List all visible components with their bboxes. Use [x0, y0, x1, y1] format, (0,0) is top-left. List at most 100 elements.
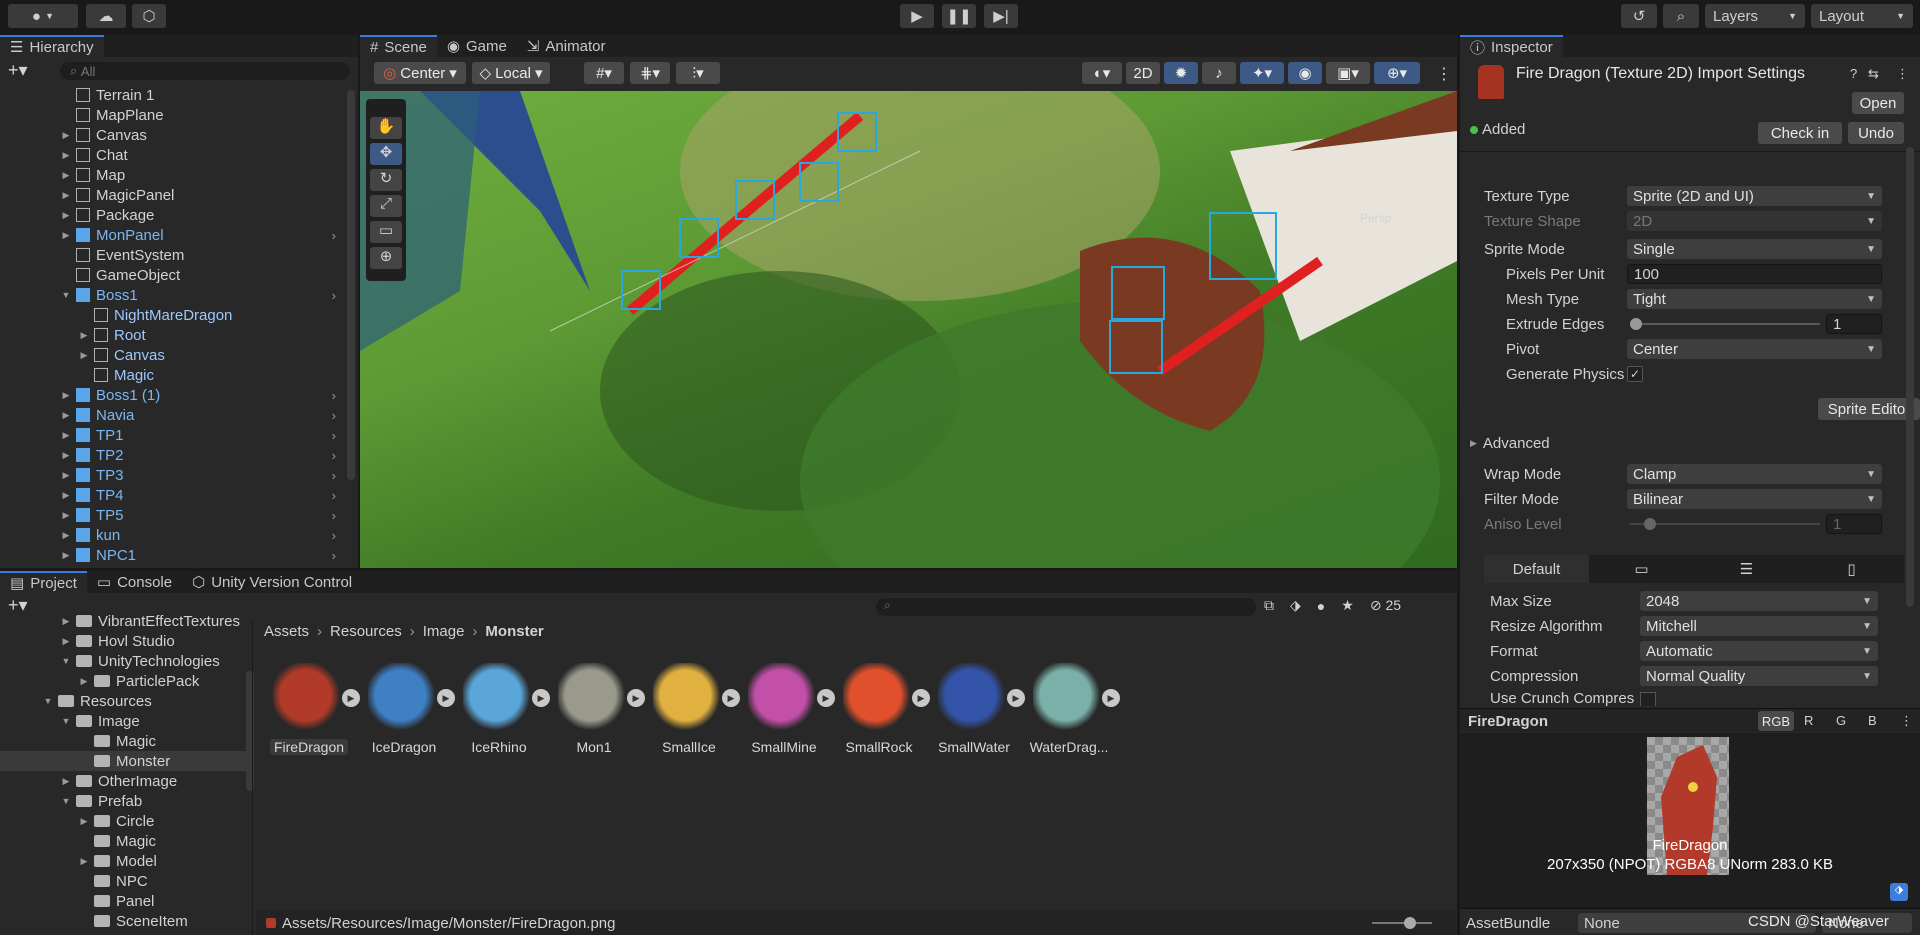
expand-right-icon[interactable]: ▶: [60, 550, 72, 561]
folder-item[interactable]: ▶ VibrantEffectTextures: [0, 611, 248, 631]
audio-toggle[interactable]: ♪: [1202, 62, 1236, 84]
folder-item[interactable]: ▼ UnityTechnologies: [0, 651, 248, 671]
expand-down-icon[interactable]: ▼: [42, 696, 54, 706]
folder-item[interactable]: ▶ OtherImage: [0, 771, 248, 791]
expand-down-icon[interactable]: ▼: [60, 716, 72, 726]
hierarchy-item[interactable]: ▶ TP1 ›: [0, 425, 350, 445]
expand-sprite-icon[interactable]: ▶: [722, 689, 740, 707]
open-prefab-icon[interactable]: ›: [332, 408, 336, 423]
hierarchy-item[interactable]: ▶ MonPanel ›: [0, 225, 350, 245]
scale-tool[interactable]: ⤢: [370, 195, 402, 217]
hierarchy-scrollbar[interactable]: [347, 90, 355, 480]
mode-2d-toggle[interactable]: 2D: [1126, 62, 1160, 84]
open-prefab-icon[interactable]: ›: [332, 548, 336, 563]
hierarchy-item[interactable]: ▶ TP5 ›: [0, 505, 350, 525]
expand-right-icon[interactable]: ▶: [78, 856, 90, 867]
grid-snap-button[interactable]: #▾: [584, 62, 624, 84]
channel-r-button[interactable]: R: [1804, 713, 1813, 728]
rotate-tool[interactable]: ↻: [370, 169, 402, 191]
expand-right-icon[interactable]: ▶: [60, 510, 72, 521]
folder-item[interactable]: SceneItem: [0, 911, 248, 931]
tab-scene[interactable]: # Scene: [360, 35, 437, 57]
expand-right-icon[interactable]: ▶: [60, 636, 72, 647]
hierarchy-item[interactable]: ▶ Package: [0, 205, 350, 225]
expand-right-icon[interactable]: ▶: [78, 816, 90, 827]
format-dropdown[interactable]: Automatic ▼: [1640, 641, 1878, 661]
hierarchy-item[interactable]: ▶ Canvas: [0, 345, 350, 365]
pivot-center-dropdown[interactable]: ◎ Center ▾: [374, 62, 466, 84]
expand-right-icon[interactable]: ▶: [60, 530, 72, 541]
folder-item[interactable]: ▼ Prefab: [0, 791, 248, 811]
asset-item[interactable]: Mon1: [549, 663, 639, 755]
hierarchy-item[interactable]: ▶ Chat: [0, 145, 350, 165]
open-prefab-icon[interactable]: ›: [332, 388, 336, 403]
breadcrumb-item[interactable]: Image: [423, 623, 465, 640]
hierarchy-search-input[interactable]: ⌕ All: [60, 62, 350, 80]
breadcrumb-item[interactable]: Monster: [485, 623, 543, 640]
preview-menu-icon[interactable]: ⋮: [1900, 713, 1913, 729]
inspector-scrollbar[interactable]: [1906, 147, 1914, 607]
expand-sprite-icon[interactable]: ▶: [1102, 689, 1120, 707]
tab-animator[interactable]: ⇲ Animator: [517, 35, 616, 57]
asset-item[interactable]: IceRhino: [454, 663, 544, 755]
open-prefab-icon[interactable]: ›: [332, 468, 336, 483]
expand-right-icon[interactable]: ▶: [60, 616, 72, 627]
expand-right-icon[interactable]: ▶: [60, 410, 72, 421]
expand-sprite-icon[interactable]: ▶: [437, 689, 455, 707]
hierarchy-item[interactable]: ▶ TP2 ›: [0, 445, 350, 465]
expand-right-icon[interactable]: ▶: [60, 130, 72, 141]
expand-right-icon[interactable]: ▶: [60, 210, 72, 221]
expand-right-icon[interactable]: ▶: [78, 330, 90, 341]
hierarchy-item[interactable]: NightMareDragon: [0, 305, 350, 325]
hierarchy-item[interactable]: ▶ Boss1 (1) ›: [0, 385, 350, 405]
folder-item[interactable]: ▶ Circle: [0, 811, 248, 831]
channel-b-button[interactable]: B: [1868, 713, 1877, 728]
layout-dropdown[interactable]: Layout ▼: [1811, 4, 1913, 28]
folder-item[interactable]: Magic: [0, 831, 248, 851]
open-prefab-icon[interactable]: ›: [332, 508, 336, 523]
hierarchy-item[interactable]: ▶ TP3 ›: [0, 465, 350, 485]
layers-dropdown[interactable]: Layers ▼: [1705, 4, 1805, 28]
max-size-dropdown[interactable]: 2048 ▼: [1640, 591, 1878, 611]
grid-visibility-button[interactable]: ⫶▾: [676, 62, 720, 84]
expand-right-icon[interactable]: ▶: [60, 190, 72, 201]
error-icon[interactable]: ●: [1317, 598, 1325, 614]
zoom-slider-handle[interactable]: [1404, 917, 1416, 929]
hierarchy-item[interactable]: ▶ TP4 ›: [0, 485, 350, 505]
folder-item[interactable]: ▼ Image: [0, 711, 248, 731]
folder-item[interactable]: ▶ Hovl Studio: [0, 631, 248, 651]
filter-by-label-icon[interactable]: ⬗: [1290, 597, 1301, 614]
expand-right-icon[interactable]: ▶: [60, 470, 72, 481]
expand-right-icon[interactable]: ▶: [60, 490, 72, 501]
effects-dropdown[interactable]: ✦▾: [1240, 62, 1284, 84]
hierarchy-item[interactable]: EventSystem: [0, 245, 350, 265]
expand-down-icon[interactable]: ▼: [60, 656, 72, 666]
draw-mode-dropdown[interactable]: ◐▾: [1082, 62, 1122, 84]
asset-item[interactable]: SmallIce: [644, 663, 734, 755]
compression-dropdown[interactable]: Normal Quality ▼: [1640, 666, 1878, 686]
scene-more-menu[interactable]: ⋮: [1436, 64, 1452, 84]
hierarchy-item[interactable]: ▼ Boss1 ›: [0, 285, 350, 305]
hierarchy-item[interactable]: ▶ Root: [0, 325, 350, 345]
asset-item[interactable]: WaterDrag...: [1024, 663, 1114, 755]
expand-sprite-icon[interactable]: ▶: [342, 689, 360, 707]
folder-item[interactable]: ▶ Model: [0, 851, 248, 871]
rect-tool[interactable]: ▭: [370, 221, 402, 243]
expand-sprite-icon[interactable]: ▶: [1007, 689, 1025, 707]
expand-right-icon[interactable]: ▶: [60, 170, 72, 181]
expand-down-icon[interactable]: ▼: [60, 796, 72, 806]
folder-item[interactable]: Magic: [0, 731, 248, 751]
asset-item[interactable]: IceDragon: [359, 663, 449, 755]
expand-right-icon[interactable]: ▶: [60, 776, 72, 787]
hidden-count[interactable]: ⊘ 25: [1370, 597, 1401, 614]
hierarchy-item[interactable]: ▶ kun ›: [0, 525, 350, 545]
expand-sprite-icon[interactable]: ▶: [627, 689, 645, 707]
open-prefab-icon[interactable]: ›: [332, 428, 336, 443]
lighting-toggle[interactable]: ✹: [1164, 62, 1198, 84]
open-prefab-icon[interactable]: ›: [332, 228, 336, 243]
hierarchy-item[interactable]: ▶ Canvas: [0, 125, 350, 145]
camera-dropdown[interactable]: ▣▾: [1326, 62, 1370, 84]
open-prefab-icon[interactable]: ›: [332, 448, 336, 463]
crunch-checkbox[interactable]: [1640, 692, 1656, 706]
channel-rgb-button[interactable]: RGB: [1758, 711, 1794, 731]
